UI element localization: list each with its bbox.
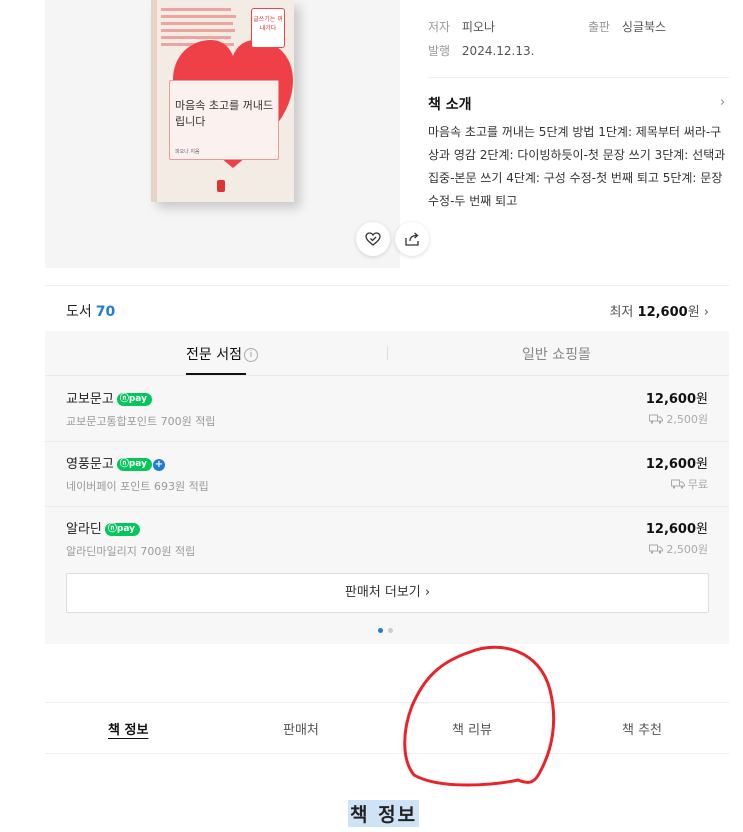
- page-dot[interactable]: [388, 628, 393, 633]
- pagination-dots: [378, 628, 393, 633]
- shipping-fee: 무료: [687, 478, 708, 491]
- cover-tag: 글쓰기는 꺼내기다: [251, 8, 285, 48]
- publisher-info: 출판 싱글북스: [588, 18, 666, 35]
- shipping-info: 2,500원: [649, 541, 708, 557]
- npay-badge-text: pay: [128, 394, 147, 404]
- shipping-fee: 2,500원: [666, 543, 708, 556]
- seller-price-unit: 원: [696, 522, 708, 537]
- publisher-logo: [217, 180, 225, 192]
- cover-author: 피오나 지음: [175, 149, 200, 155]
- book-spine: [151, 0, 157, 202]
- active-tab-underline: [186, 373, 246, 375]
- tab-general-mall[interactable]: 일반 쇼핑몰: [522, 344, 591, 364]
- seller-name-text: 교보문고: [66, 392, 114, 407]
- seller-row[interactable]: 교보문고 ⓝpay 교보문고통합포인트 700원 적립 12,600원 2,500…: [45, 376, 729, 442]
- seller-price-value: 12,600: [645, 392, 697, 407]
- annotation-circle: [403, 645, 556, 787]
- section-tabs: 책 정보 판매처 책 리뷰 책 추천: [45, 702, 729, 754]
- books-label-text: 도서: [66, 304, 92, 320]
- seller-point: 알라딘마일리지 700원 적립: [66, 545, 196, 558]
- seller-price: 12,600원: [646, 388, 708, 407]
- seller-point: 네이버페이 포인트 693원 적립: [66, 480, 209, 493]
- seller-tabs: 전문 서점 i 일반 쇼핑몰: [45, 331, 729, 376]
- seller-row[interactable]: 알라딘 ⓝpay 알라딘마일리지 700원 적립 12,600원 2,500원: [45, 506, 729, 571]
- seller-name[interactable]: 교보문고 ⓝpay: [66, 388, 152, 407]
- tab-specialty-bookstore[interactable]: 전문 서점 i: [186, 344, 258, 364]
- shipping-fee: 2,500원: [666, 413, 708, 426]
- seller-name[interactable]: 영풍문고 ⓝpay +: [66, 453, 165, 472]
- seller-price-value: 12,600: [645, 457, 697, 472]
- tab-book-recommend[interactable]: 책 추천: [622, 719, 662, 738]
- author-label: 저자: [428, 20, 451, 34]
- books-count: 70: [95, 304, 116, 320]
- seller-price: 12,600원: [646, 518, 708, 537]
- section-heading: 책 정보: [348, 800, 420, 827]
- lowest-price: 12,600: [637, 305, 688, 320]
- seller-name-text: 알라딘: [66, 522, 102, 537]
- share-icon: [405, 232, 419, 246]
- truck-icon: [649, 414, 664, 424]
- seller-price-value: 12,600: [645, 522, 697, 537]
- npay-badge-text: pay: [128, 459, 147, 469]
- books-label: 도서 70: [66, 301, 115, 321]
- date-label: 발행: [428, 44, 451, 58]
- shipping-info: 무료: [670, 476, 708, 492]
- truck-icon: [670, 479, 685, 489]
- npay-badge: ⓝpay: [116, 458, 152, 471]
- lowest-suffix: 원 ›: [687, 305, 709, 320]
- npay-badge: ⓝpay: [116, 393, 152, 406]
- author-info: 저자 피오나: [428, 18, 495, 35]
- page-dot-active[interactable]: [378, 628, 383, 633]
- tab-sellers[interactable]: 판매처: [283, 719, 319, 738]
- like-button[interactable]: [356, 222, 390, 256]
- npay-badge: ⓝpay: [104, 523, 141, 536]
- seller-price-unit: 원: [696, 392, 708, 407]
- info-icon[interactable]: i: [243, 348, 258, 362]
- date-info: 발행 2024.12.13.: [428, 42, 534, 59]
- date-value: 2024.12.13.: [461, 44, 535, 58]
- author-value[interactable]: 피오나: [462, 20, 495, 34]
- meta-divider: [428, 77, 729, 78]
- seller-price-unit: 원: [696, 457, 708, 472]
- publisher-value[interactable]: 싱글북스: [622, 20, 666, 34]
- publisher-label: 출판: [588, 20, 611, 34]
- seller-name[interactable]: 알라딘 ⓝpay: [66, 518, 141, 537]
- book-cover-area: 글쓰기는 꺼내기다 마음속 초고를 꺼내드립니다 피오나 지음: [45, 0, 429, 268]
- book-intro-text: 마음속 초고를 꺼내는 5단계 방법 1단계: 제목부터 써라-구상과 영감 2…: [428, 125, 726, 208]
- plus-icon: +: [152, 458, 165, 471]
- book-intro-title[interactable]: 책 소개: [428, 94, 472, 114]
- seller-price: 12,600원: [646, 453, 708, 472]
- share-button[interactable]: [395, 222, 429, 256]
- seller-panel: 전문 서점 i 일반 쇼핑몰 교보문고 ⓝpay 교보문고통합포인트 700원 적립…: [45, 331, 729, 644]
- tab-separator: [387, 346, 388, 360]
- seller-point: 교보문고통합포인트 700원 적립: [66, 415, 216, 428]
- shipping-info: 2,500원: [649, 411, 708, 427]
- seller-name-text: 영풍문고: [66, 457, 114, 472]
- lowest-price-link[interactable]: 최저 12,600원 ›: [609, 301, 709, 320]
- books-seller-header: 도서 70 최저 12,600원 ›: [45, 285, 729, 332]
- tab-specialty-label: 전문 서점: [186, 347, 242, 363]
- heart-check-icon: [365, 232, 381, 246]
- truck-icon: [649, 544, 664, 554]
- chevron-right-icon[interactable]: ›: [720, 95, 725, 110]
- cover-title: 마음속 초고를 꺼내드립니다: [175, 99, 274, 128]
- book-cover[interactable]: 글쓰기는 꺼내기다 마음속 초고를 꺼내드립니다 피오나 지음: [151, 0, 294, 202]
- npay-badge-text: pay: [116, 524, 136, 534]
- tab-book-info[interactable]: 책 정보: [108, 719, 148, 738]
- seller-row[interactable]: 영풍문고 ⓝpay + 네이버페이 포인트 693원 적립 12,600원 무료: [45, 441, 729, 507]
- lowest-prefix: 최저: [609, 305, 634, 320]
- more-sellers-button[interactable]: 판매처 더보기 ›: [66, 573, 709, 613]
